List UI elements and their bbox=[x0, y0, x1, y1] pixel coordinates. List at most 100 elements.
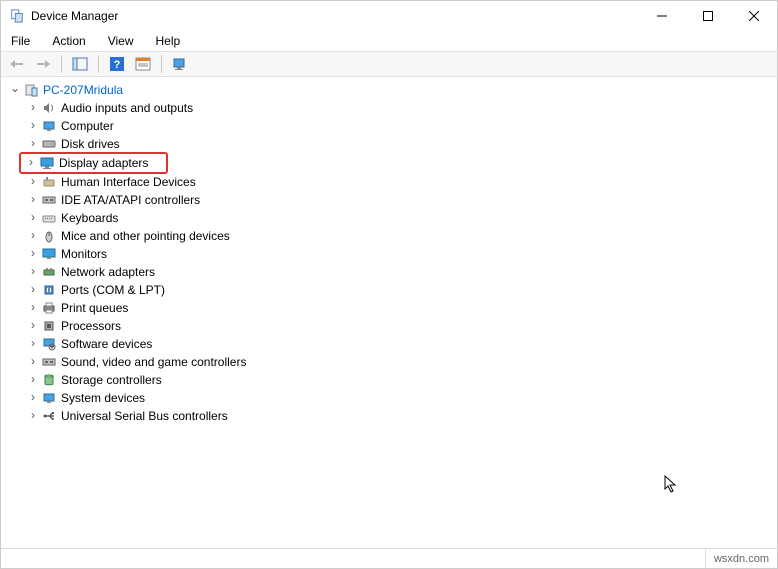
show-hide-console-button[interactable] bbox=[68, 53, 92, 75]
tree-node[interactable]: Display adapters bbox=[21, 154, 148, 172]
tree-node[interactable]: Processors bbox=[23, 317, 777, 335]
toolbar-separator bbox=[61, 55, 62, 73]
node-label: Universal Serial Bus controllers bbox=[61, 409, 228, 423]
highlight-annotation: Display adapters bbox=[19, 152, 168, 174]
status-bar: wsxdn.com bbox=[1, 548, 777, 568]
node-label: Keyboards bbox=[61, 211, 118, 225]
node-label: Audio inputs and outputs bbox=[61, 101, 193, 115]
device-category-icon bbox=[41, 300, 57, 316]
expand-arrow-icon[interactable] bbox=[27, 266, 39, 278]
device-category-icon bbox=[41, 408, 57, 424]
node-label: Software devices bbox=[61, 337, 152, 351]
device-category-icon bbox=[41, 264, 57, 280]
node-label: Storage controllers bbox=[61, 373, 162, 387]
expand-arrow-icon[interactable] bbox=[27, 248, 39, 260]
tree-root-node[interactable]: PC-207Mridula bbox=[5, 81, 777, 99]
menu-file[interactable]: File bbox=[7, 33, 34, 49]
device-category-icon bbox=[41, 228, 57, 244]
tree-node[interactable]: Ports (COM & LPT) bbox=[23, 281, 777, 299]
tree-node[interactable]: Storage controllers bbox=[23, 371, 777, 389]
svg-text:?: ? bbox=[114, 59, 121, 71]
node-label: Human Interface Devices bbox=[61, 175, 196, 189]
expand-arrow-icon[interactable] bbox=[27, 374, 39, 386]
expand-arrow-icon[interactable] bbox=[27, 138, 39, 150]
node-label: IDE ATA/ATAPI controllers bbox=[61, 193, 200, 207]
tree-node[interactable]: IDE ATA/ATAPI controllers bbox=[23, 191, 777, 209]
node-label: Print queues bbox=[61, 301, 128, 315]
menu-help[interactable]: Help bbox=[152, 33, 185, 49]
node-label: Mice and other pointing devices bbox=[61, 229, 230, 243]
device-category-icon bbox=[41, 246, 57, 262]
device-category-icon bbox=[41, 390, 57, 406]
tree-node[interactable]: Software devices bbox=[23, 335, 777, 353]
node-label: Computer bbox=[61, 119, 114, 133]
properties-button[interactable] bbox=[131, 53, 155, 75]
device-category-icon bbox=[41, 336, 57, 352]
device-category-icon bbox=[39, 155, 55, 171]
tree-node[interactable]: Monitors bbox=[23, 245, 777, 263]
expand-arrow-icon[interactable] bbox=[27, 320, 39, 332]
expand-arrow-icon[interactable] bbox=[27, 356, 39, 368]
node-label: Processors bbox=[61, 319, 121, 333]
device-category-icon bbox=[41, 118, 57, 134]
app-icon bbox=[9, 8, 25, 24]
node-label: Network adapters bbox=[61, 265, 155, 279]
expand-arrow-icon[interactable] bbox=[27, 302, 39, 314]
tree-node[interactable]: Universal Serial Bus controllers bbox=[23, 407, 777, 425]
tree-node[interactable]: Keyboards bbox=[23, 209, 777, 227]
maximize-button[interactable] bbox=[685, 1, 731, 31]
device-category-icon bbox=[41, 210, 57, 226]
expand-arrow-icon[interactable] bbox=[27, 120, 39, 132]
tree-node[interactable]: Computer bbox=[23, 117, 777, 135]
back-button[interactable] bbox=[5, 53, 29, 75]
menu-action[interactable]: Action bbox=[48, 33, 89, 49]
device-tree[interactable]: PC-207Mridula Audio inputs and outputs C… bbox=[1, 77, 777, 548]
expand-arrow-icon[interactable] bbox=[27, 194, 39, 206]
window-title: Device Manager bbox=[31, 9, 118, 23]
expand-arrow-icon[interactable] bbox=[27, 392, 39, 404]
expand-arrow-icon[interactable] bbox=[27, 284, 39, 296]
device-category-icon bbox=[41, 174, 57, 190]
device-category-icon bbox=[41, 100, 57, 116]
tree-node[interactable]: Disk drives bbox=[23, 135, 777, 153]
device-category-icon bbox=[41, 372, 57, 388]
device-category-icon bbox=[41, 318, 57, 334]
expand-arrow-icon[interactable] bbox=[27, 410, 39, 422]
menu-view[interactable]: View bbox=[104, 33, 138, 49]
scan-hardware-button[interactable] bbox=[168, 53, 192, 75]
node-label: Sound, video and game controllers bbox=[61, 355, 246, 369]
expand-arrow-icon[interactable] bbox=[27, 102, 39, 114]
computer-icon bbox=[23, 82, 39, 98]
help-button[interactable]: ? bbox=[105, 53, 129, 75]
tree-node[interactable]: Network adapters bbox=[23, 263, 777, 281]
node-label: Display adapters bbox=[59, 156, 148, 170]
close-button[interactable] bbox=[731, 1, 777, 31]
device-category-icon bbox=[41, 354, 57, 370]
watermark: wsxdn.com bbox=[705, 549, 777, 568]
expand-arrow-icon[interactable] bbox=[27, 230, 39, 242]
tree-node[interactable]: System devices bbox=[23, 389, 777, 407]
root-label: PC-207Mridula bbox=[43, 83, 123, 97]
forward-button[interactable] bbox=[31, 53, 55, 75]
tree-node[interactable]: Print queues bbox=[23, 299, 777, 317]
tree-node[interactable]: Mice and other pointing devices bbox=[23, 227, 777, 245]
toolbar-separator bbox=[98, 55, 99, 73]
expand-arrow-icon[interactable] bbox=[9, 84, 21, 96]
node-label: Monitors bbox=[61, 247, 107, 261]
menu-bar: File Action View Help bbox=[1, 31, 777, 51]
node-label: Disk drives bbox=[61, 137, 120, 151]
toolbar: ? bbox=[1, 51, 777, 77]
node-label: System devices bbox=[61, 391, 145, 405]
expand-arrow-icon[interactable] bbox=[27, 212, 39, 224]
tree-node[interactable]: Audio inputs and outputs bbox=[23, 99, 777, 117]
toolbar-separator bbox=[161, 55, 162, 73]
device-category-icon bbox=[41, 136, 57, 152]
device-category-icon bbox=[41, 282, 57, 298]
expand-arrow-icon[interactable] bbox=[27, 338, 39, 350]
expand-arrow-icon[interactable] bbox=[25, 157, 37, 169]
device-category-icon bbox=[41, 192, 57, 208]
minimize-button[interactable] bbox=[639, 1, 685, 31]
tree-node[interactable]: Human Interface Devices bbox=[23, 173, 777, 191]
expand-arrow-icon[interactable] bbox=[27, 176, 39, 188]
tree-node[interactable]: Sound, video and game controllers bbox=[23, 353, 777, 371]
